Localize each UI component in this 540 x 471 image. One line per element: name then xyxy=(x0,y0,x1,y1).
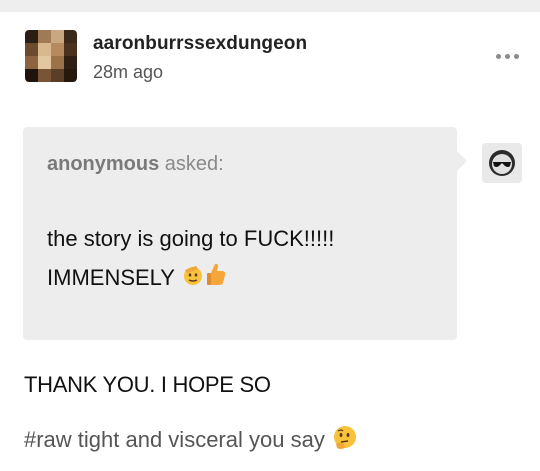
post-timestamp[interactable]: 28m ago xyxy=(93,62,163,83)
answer-text: THANK YOU. I HOPE SO xyxy=(24,372,271,397)
ask-question: the story is going to FUCK!!!!! IMMENSEL… xyxy=(47,219,447,299)
asker-line: anonymous asked: xyxy=(47,153,224,176)
more-options-button[interactable] xyxy=(490,46,524,66)
anonymous-sunglasses-icon xyxy=(489,150,515,176)
question-line-2-wrap: IMMENSELY xyxy=(47,258,447,299)
top-strip xyxy=(0,0,540,12)
ask-bubble: anonymous asked: the story is going to F… xyxy=(23,127,467,340)
thinking-face-emoji xyxy=(331,424,359,458)
tag-list: #raw tight and visceral you say xyxy=(24,424,359,458)
more-horizontal-icon xyxy=(495,53,501,59)
blog-avatar[interactable] xyxy=(25,30,77,82)
thumbs-up-emoji xyxy=(205,260,227,299)
saluting-face-emoji xyxy=(181,260,205,299)
tag-link[interactable]: #raw tight and visceral you say xyxy=(24,427,325,452)
asker-name: anonymous xyxy=(47,153,160,175)
blog-name-link[interactable]: aaronburrssexdungeon xyxy=(93,33,307,55)
asker-avatar[interactable] xyxy=(482,143,522,183)
question-line-1: the story is going to FUCK!!!!! xyxy=(47,226,335,251)
asked-label: asked: xyxy=(159,153,224,175)
question-line-2: IMMENSELY xyxy=(47,265,175,290)
